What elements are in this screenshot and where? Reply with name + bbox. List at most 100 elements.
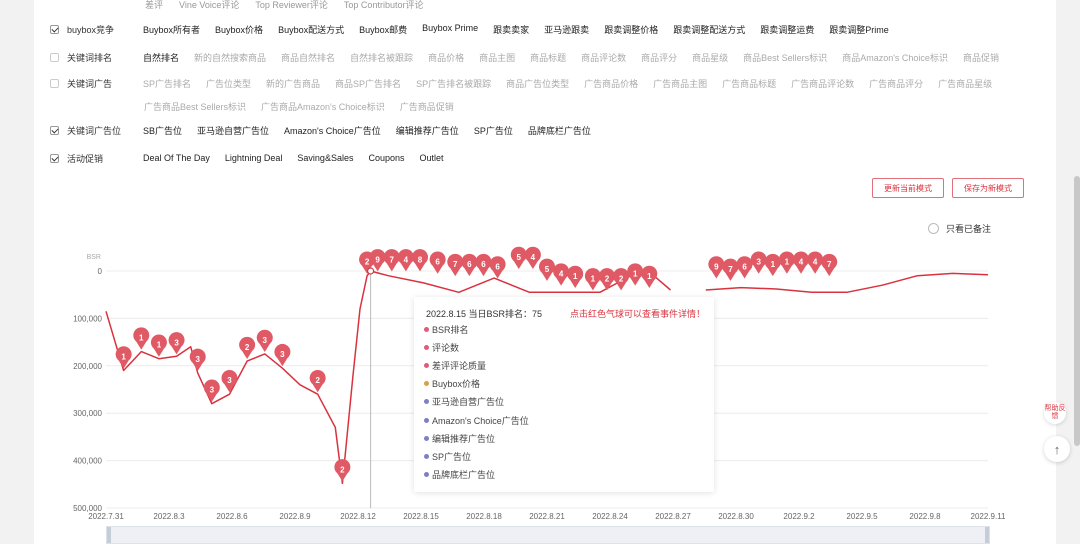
filter-option[interactable]: 广告商品促销: [400, 100, 454, 113]
filter-option[interactable]: 新的广告商品: [266, 77, 320, 90]
row-checkbox[interactable]: [50, 78, 59, 88]
event-balloon-marker[interactable]: 9: [708, 256, 725, 279]
filter-option[interactable]: 广告商品价格: [584, 77, 638, 90]
event-balloon-marker[interactable]: 4: [553, 263, 570, 286]
slider-handle-left[interactable]: [107, 527, 111, 543]
event-balloon-marker[interactable]: 2: [598, 268, 615, 291]
filter-option[interactable]: 商品评分: [641, 51, 677, 64]
top-review-option[interactable]: 差评: [145, 0, 163, 10]
event-balloon-marker[interactable]: 1: [641, 265, 658, 288]
event-balloon-marker[interactable]: 1: [567, 265, 584, 288]
event-balloon-marker[interactable]: 2: [613, 268, 630, 291]
filter-option[interactable]: 跟卖调整运费: [760, 23, 814, 36]
filter-option[interactable]: 亚马逊自营广告位: [197, 124, 269, 137]
filter-option[interactable]: Amazon's Choice广告位: [284, 124, 381, 137]
filter-option[interactable]: SP广告位: [474, 124, 513, 137]
zoom-slider[interactable]: [106, 526, 990, 544]
filter-option[interactable]: Buybox Prime: [422, 23, 478, 36]
event-balloon-marker[interactable]: 8: [411, 249, 428, 272]
filter-option[interactable]: 广告商品主图: [653, 77, 707, 90]
row-checkbox[interactable]: [50, 24, 59, 34]
event-balloon-marker[interactable]: 3: [750, 251, 767, 274]
filter-option[interactable]: 商品自然排名: [281, 51, 335, 64]
help-feedback-button[interactable]: 帮助反馈: [1044, 402, 1066, 424]
filter-option[interactable]: Buybox配送方式: [278, 23, 344, 36]
event-balloon-marker[interactable]: 1: [764, 253, 781, 277]
filter-option[interactable]: 新的自然搜索商品: [194, 51, 266, 64]
filter-option[interactable]: Buybox所有者: [143, 23, 200, 36]
event-balloon-marker[interactable]: 1: [778, 251, 795, 274]
event-balloon-marker[interactable]: 3: [189, 348, 206, 371]
event-balloon-marker[interactable]: 2: [239, 336, 256, 360]
row-checkbox[interactable]: [50, 52, 59, 62]
event-balloon-marker[interactable]: 7: [722, 258, 739, 281]
event-balloon-marker[interactable]: 6: [461, 253, 478, 277]
scrollbar-thumb[interactable]: [1074, 176, 1080, 446]
event-balloon-marker[interactable]: 4: [807, 251, 824, 274]
filter-option[interactable]: Saving&Sales: [297, 153, 353, 163]
filter-option[interactable]: 广告商品评论数: [791, 77, 854, 90]
filter-option[interactable]: 商品标题: [530, 51, 566, 64]
top-review-option[interactable]: Top Reviewer评论: [255, 0, 328, 10]
event-balloon-marker[interactable]: 1: [627, 263, 644, 286]
top-review-option[interactable]: Top Contributor评论: [344, 0, 424, 10]
save-new-mode-button[interactable]: 保存为新模式: [952, 178, 1024, 198]
filter-option[interactable]: Deal Of The Day: [143, 153, 210, 163]
filter-option[interactable]: 商品Best Sellers标识: [743, 51, 827, 64]
update-current-mode-button[interactable]: 更新当前模式: [872, 178, 944, 198]
filter-option[interactable]: Outlet: [420, 153, 444, 163]
event-balloon-marker[interactable]: 1: [133, 327, 150, 350]
filter-option[interactable]: 广告商品评分: [869, 77, 923, 90]
filter-option[interactable]: Buybox邮费: [359, 23, 407, 36]
filter-option[interactable]: 跟卖卖家: [493, 23, 529, 36]
filter-option[interactable]: 广告商品星级: [938, 77, 992, 90]
filter-option[interactable]: 广告商品标题: [722, 77, 776, 90]
filter-option[interactable]: 品牌底栏广告位: [528, 124, 591, 137]
event-balloon-marker[interactable]: 6: [429, 251, 446, 274]
filter-option[interactable]: 亚马逊跟卖: [544, 23, 589, 36]
event-balloon-marker[interactable]: 6: [736, 256, 753, 279]
event-balloon-marker[interactable]: 3: [256, 329, 273, 352]
event-balloon-marker[interactable]: 5: [510, 246, 527, 269]
event-balloon-marker[interactable]: 7: [447, 253, 464, 277]
row-checkbox[interactable]: [50, 153, 59, 163]
filter-option[interactable]: 自然排名: [143, 51, 179, 64]
event-balloon-marker[interactable]: 3: [221, 369, 238, 393]
event-balloon-marker[interactable]: 3: [168, 332, 185, 355]
filter-option[interactable]: 商品价格: [428, 51, 464, 64]
event-balloon-marker[interactable]: 4: [793, 251, 810, 274]
filter-option[interactable]: 商品SP广告排名: [335, 77, 401, 90]
show-noted-only-toggle[interactable]: 只看已备注: [928, 222, 991, 235]
filter-option[interactable]: 跟卖调整Prime: [829, 23, 889, 36]
filter-option[interactable]: 广告商品Amazon's Choice标识: [261, 100, 385, 113]
filter-option[interactable]: Lightning Deal: [225, 153, 283, 163]
filter-option[interactable]: 商品Amazon's Choice标识: [842, 51, 948, 64]
event-balloon-marker[interactable]: 6: [475, 253, 492, 277]
event-balloon-marker[interactable]: 2: [334, 459, 351, 482]
filter-option[interactable]: 广告位类型: [206, 77, 251, 90]
filter-option[interactable]: Coupons: [368, 153, 404, 163]
back-to-top-button[interactable]: ↑: [1044, 436, 1070, 462]
filter-option[interactable]: 商品主图: [479, 51, 515, 64]
filter-option[interactable]: 跟卖调整配送方式: [673, 23, 745, 36]
top-review-option[interactable]: Vine Voice评论: [179, 0, 239, 10]
filter-option[interactable]: SP广告排名被跟踪: [416, 77, 491, 90]
row-checkbox[interactable]: [50, 125, 59, 135]
filter-option[interactable]: 自然排名被跟踪: [350, 51, 413, 64]
filter-option[interactable]: SB广告位: [143, 124, 182, 137]
event-balloon-marker[interactable]: 1: [150, 334, 167, 357]
filter-option[interactable]: 商品评论数: [581, 51, 626, 64]
filter-option[interactable]: 商品广告位类型: [506, 77, 569, 90]
event-balloon-marker[interactable]: 7: [383, 249, 400, 272]
filter-option[interactable]: 编辑推荐广告位: [396, 124, 459, 137]
filter-option[interactable]: 跟卖调整价格: [604, 23, 658, 36]
event-balloon-marker[interactable]: 6: [489, 256, 506, 279]
filter-option[interactable]: SP广告排名: [143, 77, 191, 90]
event-balloon-marker[interactable]: 5: [539, 258, 555, 281]
filter-option[interactable]: 商品星级: [692, 51, 728, 64]
event-balloon-marker[interactable]: 4: [524, 246, 541, 269]
filter-option[interactable]: 广告商品Best Sellers标识: [144, 100, 246, 113]
event-balloon-marker[interactable]: 4: [397, 249, 414, 272]
event-balloon-marker[interactable]: 7: [821, 253, 838, 277]
slider-handle-right[interactable]: [985, 527, 989, 543]
